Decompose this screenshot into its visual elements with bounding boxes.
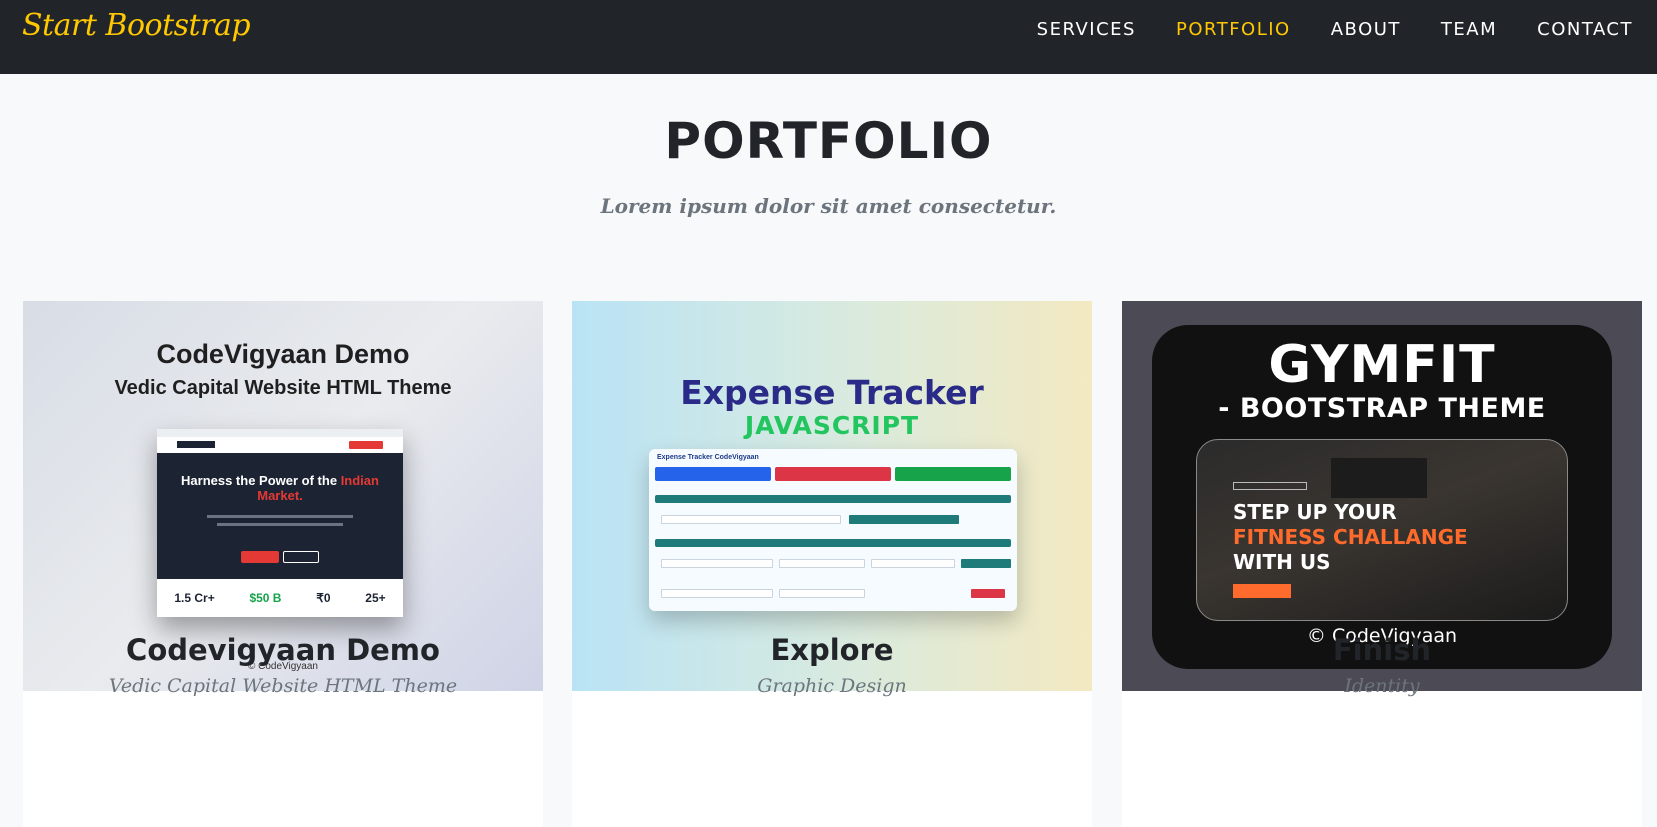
mockup-tag [1233,482,1307,490]
mockup-field [661,589,773,598]
section-subheading: Lorem ipsum dolor sit amet consectetur. [600,194,1057,218]
mockup-primary-button [241,551,279,563]
mockup-stat: 25+ [365,591,386,605]
mockup-button [971,589,1005,598]
portfolio-caption-heading: Finish [1332,633,1432,667]
thumbnail-subtitle: - BOOTSTRAP THEME [1218,393,1546,424]
mockup-field [871,559,955,568]
thumbnail-title: GYMFIT [1268,335,1496,395]
portfolio-item-finish[interactable]: GYMFIT - BOOTSTRAP THEME STEP UP YOUR FI… [1122,301,1642,827]
mockup-section-header [655,539,1011,547]
mockup-button [849,515,959,524]
mockup-stat: ₹0 [316,591,331,605]
mockup-nav [157,437,403,453]
mockup-section-header [655,495,1011,503]
portfolio-caption-subheading: Vedic Capital Website HTML Theme [108,675,458,697]
mockup-dropdown [1331,458,1427,498]
mockup-field [779,559,865,568]
mockup-field [661,559,773,568]
thumbnail-title: Expense Tracker [680,373,984,412]
mockup-stat: 1.5 Cr+ [174,591,215,605]
portfolio-caption-subheading: Identity [1344,675,1420,697]
portfolio-caption-subheading: Graphic Design [757,675,907,697]
mockup-spent-card [775,467,891,481]
mockup-signup-button [1233,584,1291,598]
mockup-text-line [217,523,343,526]
mockup-budget-card [655,467,771,481]
browser-bar [157,429,403,437]
mockup-field [661,515,841,524]
nav-link-portfolio[interactable]: PORTFOLIO [1176,19,1291,40]
mockup-logo [177,441,215,448]
thumbnail-subtitle: Vedic Capital Website HTML Theme [114,377,452,399]
gym-theme-preview: GYMFIT - BOOTSTRAP THEME STEP UP YOUR FI… [1152,325,1612,669]
mockup-app-title: Expense Tracker CodeVigyaan [657,454,759,461]
nav-links: SERVICES PORTFOLIO ABOUT TEAM CONTACT [997,0,1633,58]
brand-logo[interactable]: Start Bootstrap [22,8,251,43]
mockup-text-line [207,515,353,518]
nav-link-services[interactable]: SERVICES [1037,19,1136,40]
nav-link-contact[interactable]: CONTACT [1537,19,1633,40]
nav-link-about[interactable]: ABOUT [1331,19,1401,40]
mockup-stats: 1.5 Cr+ $50 B ₹0 25+ [157,579,403,617]
website-screenshot: STEP UP YOUR FITNESS CHALLANGE WITH US [1196,439,1568,621]
mockup-hero: Harness the Power of the Indian Market. [157,453,403,579]
portfolio-caption-heading: Codevigyaan Demo [126,633,440,667]
thumbnail-title: CodeVigyaan Demo [156,339,410,369]
app-mockup: Expense Tracker CodeVigyaan [649,449,1017,611]
mockup-field [779,589,865,598]
portfolio-caption-heading: Explore [770,633,894,667]
section-heading: PORTFOLIO [664,112,993,170]
navbar: Start Bootstrap SERVICES PORTFOLIO ABOUT… [0,0,1657,74]
nav-link-team[interactable]: TEAM [1441,19,1497,40]
mockup-stat: $50 B [249,591,282,605]
thumbnail-subtitle: JAVASCRIPT [744,411,920,440]
website-mockup: Harness the Power of the Indian Market. … [157,429,403,617]
portfolio-item-explore[interactable]: Expense Tracker JAVASCRIPT Expense Track… [572,301,1092,827]
portfolio-item-codevigyaan-demo[interactable]: CodeVigyaan Demo Vedic Capital Website H… [23,301,543,827]
mockup-button [349,441,383,449]
mockup-hero-heading: Harness the Power of the Indian Market. [181,473,379,503]
mockup-hero-heading: STEP UP YOUR FITNESS CHALLANGE WITH US [1233,500,1468,574]
mockup-secondary-button [283,551,319,563]
mockup-remaining-card [895,467,1011,481]
mockup-button [961,559,1011,568]
